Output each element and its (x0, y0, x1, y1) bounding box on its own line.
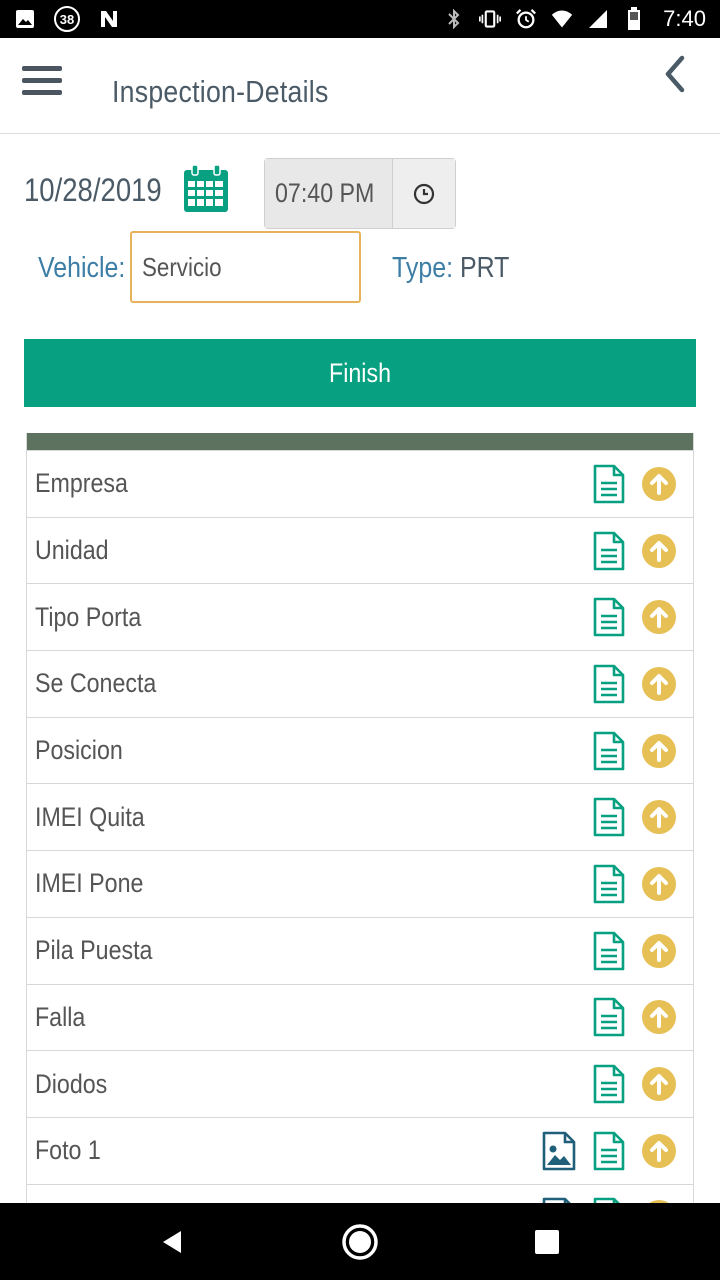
upload-arrow-icon[interactable] (641, 666, 677, 702)
row-actions (591, 731, 677, 771)
row-actions (591, 864, 677, 904)
list-item[interactable]: Posicion (27, 718, 693, 785)
list-item-label: Tipo Porta (35, 601, 142, 632)
upload-arrow-icon[interactable] (641, 733, 677, 769)
bluetooth-icon (443, 8, 465, 30)
n-notification-icon (98, 8, 120, 30)
upload-arrow-icon[interactable] (641, 1066, 677, 1102)
list-item[interactable]: IMEI Pone (27, 851, 693, 918)
list-item[interactable]: Foto 1 (27, 1118, 693, 1185)
vibrate-icon (479, 8, 502, 30)
upload-arrow-icon[interactable] (641, 599, 677, 635)
list-item-label: Diodos (35, 1068, 108, 1099)
list-item-label: Unidad (35, 535, 109, 566)
upload-arrow-icon[interactable] (641, 799, 677, 835)
date-value: 10/28/2019 (24, 172, 162, 208)
row-actions (591, 531, 677, 571)
back-chevron-icon[interactable] (658, 52, 694, 96)
image-notification-icon (14, 8, 36, 30)
home-circle-icon[interactable] (336, 1218, 384, 1266)
list-item[interactable]: Foto 2 (27, 1185, 693, 1203)
time-picker: 07:40 PM (264, 158, 456, 229)
navigation-bar (0, 1203, 720, 1280)
list-item[interactable]: Diodos (27, 1051, 693, 1118)
vehicle-label: Vehicle: (38, 252, 126, 284)
list-item-label: Posicion (35, 735, 123, 766)
hamburger-menu-icon[interactable] (22, 66, 62, 100)
type-value: PRT (459, 252, 510, 284)
signal-icon (587, 8, 609, 30)
list-header-band (27, 433, 693, 451)
list-item-label: Pila Puesta (35, 935, 153, 966)
recents-square-icon[interactable] (523, 1218, 571, 1266)
list-item[interactable]: Unidad (27, 518, 693, 585)
document-icon[interactable] (591, 797, 627, 837)
status-bar: 38 7:40 (0, 0, 720, 38)
list-item-label: Se Conecta (35, 668, 157, 699)
document-icon[interactable] (591, 931, 627, 971)
document-icon[interactable] (591, 464, 627, 504)
document-icon[interactable] (591, 1131, 627, 1171)
row-actions (591, 797, 677, 837)
row-actions (591, 597, 677, 637)
wifi-icon (551, 8, 573, 30)
document-icon[interactable] (591, 731, 627, 771)
battery-icon (623, 7, 645, 30)
document-icon[interactable] (591, 597, 627, 637)
list-item-label: Foto 1 (35, 1135, 101, 1166)
list-item-label: Empresa (35, 468, 128, 499)
back-triangle-icon[interactable] (149, 1218, 197, 1266)
upload-arrow-icon[interactable] (641, 1133, 677, 1169)
image-file-icon[interactable] (541, 1131, 577, 1171)
type-label-text: Type: (392, 252, 454, 284)
document-icon[interactable] (591, 664, 627, 704)
type-label: Type: PRT (392, 252, 509, 285)
time-input[interactable]: 07:40 PM (265, 159, 393, 228)
inspection-list: Empresa Unidad Tipo Porta Se Conecta Posicio… (26, 433, 694, 1203)
upload-arrow-icon[interactable] (641, 999, 677, 1035)
document-icon[interactable] (591, 864, 627, 904)
list-item[interactable]: Empresa (27, 451, 693, 518)
alarm-icon (515, 8, 537, 30)
document-icon[interactable] (591, 997, 627, 1037)
upload-arrow-icon[interactable] (641, 533, 677, 569)
clock-time: 7:40 (663, 6, 706, 31)
row-actions (591, 997, 677, 1037)
finish-button[interactable]: Finish (24, 339, 696, 407)
upload-arrow-icon[interactable] (641, 866, 677, 902)
list-item[interactable]: Pila Puesta (27, 918, 693, 985)
list-item[interactable]: Tipo Porta (27, 584, 693, 652)
document-icon[interactable] (591, 1064, 627, 1104)
list-item[interactable]: IMEI Quita (27, 784, 693, 852)
row-actions (591, 1064, 677, 1104)
row-actions (591, 931, 677, 971)
list-item-label: IMEI Pone (35, 868, 144, 899)
row-actions (541, 1131, 677, 1171)
list-item[interactable]: Se Conecta (27, 651, 693, 718)
upload-arrow-icon[interactable] (641, 933, 677, 969)
list-item-label: Falla (35, 1001, 86, 1032)
page-title: Inspection-Details (112, 74, 329, 109)
calendar-icon[interactable] (182, 164, 230, 214)
document-icon[interactable] (591, 531, 627, 571)
upload-arrow-icon[interactable] (641, 466, 677, 502)
list-item-label: IMEI Quita (35, 801, 145, 832)
row-actions (591, 464, 677, 504)
notification-count-badge: 38 (54, 6, 80, 32)
app-header: Inspection-Details (0, 38, 720, 134)
clock-icon[interactable] (393, 159, 455, 228)
list-item[interactable]: Falla (27, 985, 693, 1052)
vehicle-input[interactable]: Servicio (130, 231, 361, 303)
row-actions (591, 664, 677, 704)
